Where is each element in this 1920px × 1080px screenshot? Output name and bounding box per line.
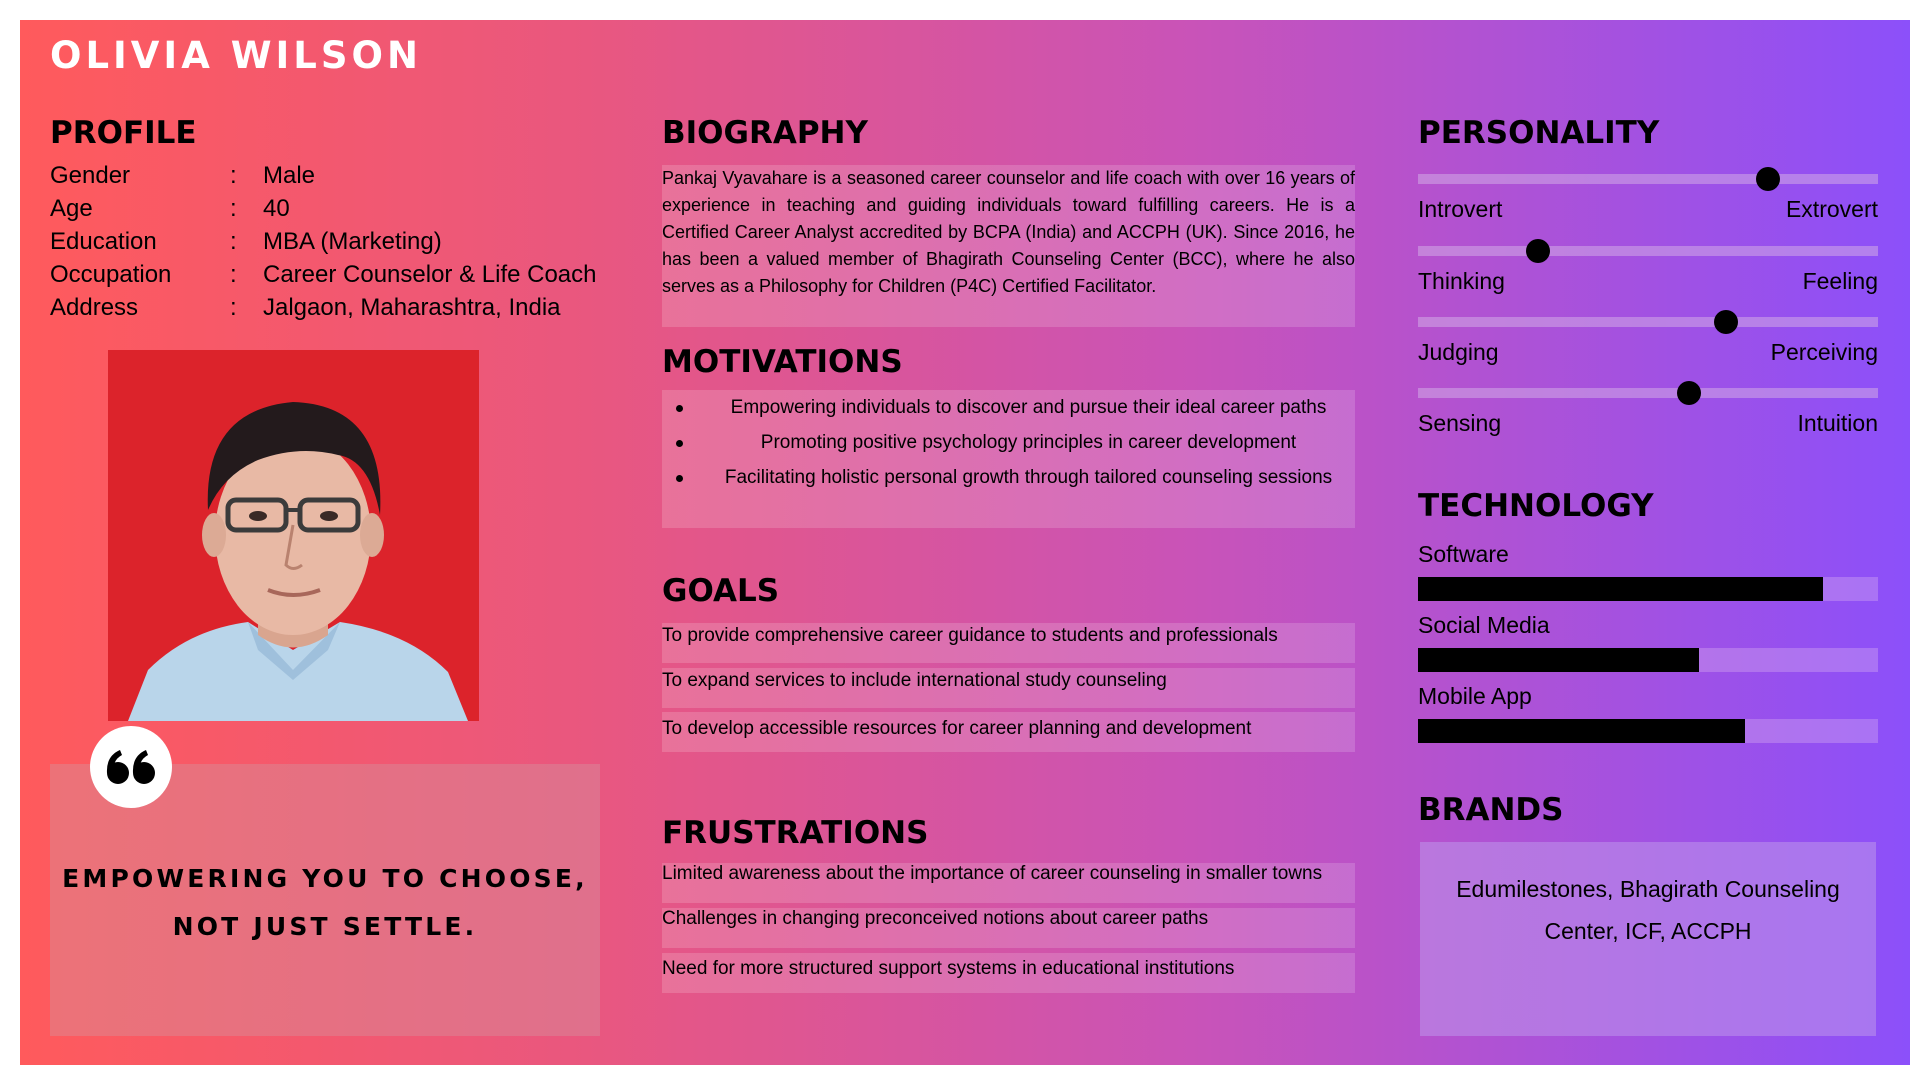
profile-separator: : (230, 261, 237, 288)
goal-text: To provide comprehensive career guidance… (662, 625, 1278, 646)
trait-right-label: Extrovert (1785, 196, 1878, 222)
list-item: Promoting positive psychology principles… (662, 425, 1355, 460)
frustration-item: Need for more structured support systems… (662, 953, 1355, 993)
trait-marker (1755, 167, 1780, 191)
trait-track (1418, 317, 1878, 327)
tech-bar-fill (1418, 719, 1745, 743)
tech-bar-track (1418, 577, 1878, 601)
goal-text: To expand services to include internatio… (662, 670, 1167, 691)
motivations-heading: MOTIVATIONS (662, 344, 903, 380)
frustration-text: Challenges in changing preconceived noti… (662, 908, 1209, 929)
tech-label: Software (1418, 541, 1509, 567)
profile-value: Male (263, 162, 316, 189)
profile-heading: PROFILE (50, 115, 197, 151)
goal-text: To develop accessible resources for care… (662, 718, 1252, 739)
profile-label: Education (50, 228, 157, 255)
list-item: Empowering individuals to discover and p… (662, 390, 1355, 425)
goal-item: To expand services to include internatio… (662, 668, 1355, 708)
tech-bar-fill (1418, 648, 1699, 672)
trait-track (1418, 388, 1878, 398)
trait-left-label: Judging (1418, 339, 1499, 365)
trait-left-label: Introvert (1418, 196, 1503, 222)
brands-text: Edumilestones, Bhagirath Counseling Cent… (1456, 876, 1840, 944)
persona-card: OLIVIA WILSON PROFILE Gender : Male Age … (20, 20, 1910, 1065)
profile-label: Occupation (50, 261, 172, 288)
profile-separator: : (230, 228, 237, 255)
tech-label: Mobile App (1418, 683, 1532, 709)
trait-marker (1677, 381, 1702, 405)
frustration-text: Limited awareness about the importance o… (662, 863, 1323, 884)
profile-label: Age (50, 195, 93, 222)
frustrations-heading: FRUSTRATIONS (662, 815, 929, 851)
personality-heading: PERSONALITY (1418, 115, 1660, 151)
brands-heading: BRANDS (1418, 792, 1564, 828)
goal-item: To develop accessible resources for care… (662, 712, 1355, 752)
trait-right-label: Perceiving (1770, 339, 1878, 365)
profile-value: Jalgaon, Maharashtra, India (263, 294, 561, 321)
profile-separator: : (230, 195, 237, 222)
trait-track (1418, 174, 1878, 184)
persona-name: OLIVIA WILSON (50, 34, 422, 77)
frustration-item: Challenges in changing preconceived noti… (662, 908, 1355, 948)
motivations-list: Empowering individuals to discover and p… (662, 390, 1355, 495)
goal-item: To provide comprehensive career guidance… (662, 623, 1355, 663)
quote-icon (90, 726, 172, 808)
list-item: Facilitating holistic personal growth th… (662, 460, 1355, 495)
quote-icon-glyph (106, 750, 155, 784)
profile-separator: : (230, 162, 237, 189)
profile-label: Gender (50, 162, 131, 189)
trait-left-label: Sensing (1418, 410, 1502, 436)
biography-heading: BIOGRAPHY (662, 115, 868, 151)
technology-heading: TECHNOLOGY (1418, 488, 1654, 524)
goals-heading: GOALS (662, 573, 780, 609)
bullet-icon (676, 405, 683, 412)
profile-value: MBA (Marketing) (263, 228, 442, 255)
tech-label: Social Media (1418, 612, 1550, 638)
tech-bar-track (1418, 719, 1878, 743)
tech-bar-track (1418, 648, 1878, 672)
quote-text: EMPOWERING YOU TO CHOOSE, NOT JUST SETTL… (62, 864, 588, 941)
bullet-icon (676, 475, 683, 482)
biography-text: Pankaj Vyavahare is a seasoned career co… (662, 168, 1355, 296)
tech-bar-fill (1418, 577, 1823, 601)
profile-label: Address (50, 294, 139, 321)
trait-marker (1714, 310, 1739, 334)
trait-marker (1525, 239, 1550, 263)
frustration-text: Need for more structured support systems… (662, 958, 1235, 979)
trait-left-label: Thinking (1418, 268, 1505, 294)
profile-separator: : (230, 294, 237, 321)
profile-value: 40 (263, 195, 290, 222)
bullet-icon (676, 440, 683, 447)
profile-value: Career Counselor & Life Coach (263, 261, 597, 288)
profile-photo-image (108, 350, 479, 721)
trait-right-label: Intuition (1797, 410, 1878, 436)
trait-right-label: Feeling (1802, 268, 1878, 294)
frustration-item: Limited awareness about the importance o… (662, 863, 1355, 903)
profile-photo (108, 350, 479, 721)
trait-track (1418, 246, 1878, 256)
